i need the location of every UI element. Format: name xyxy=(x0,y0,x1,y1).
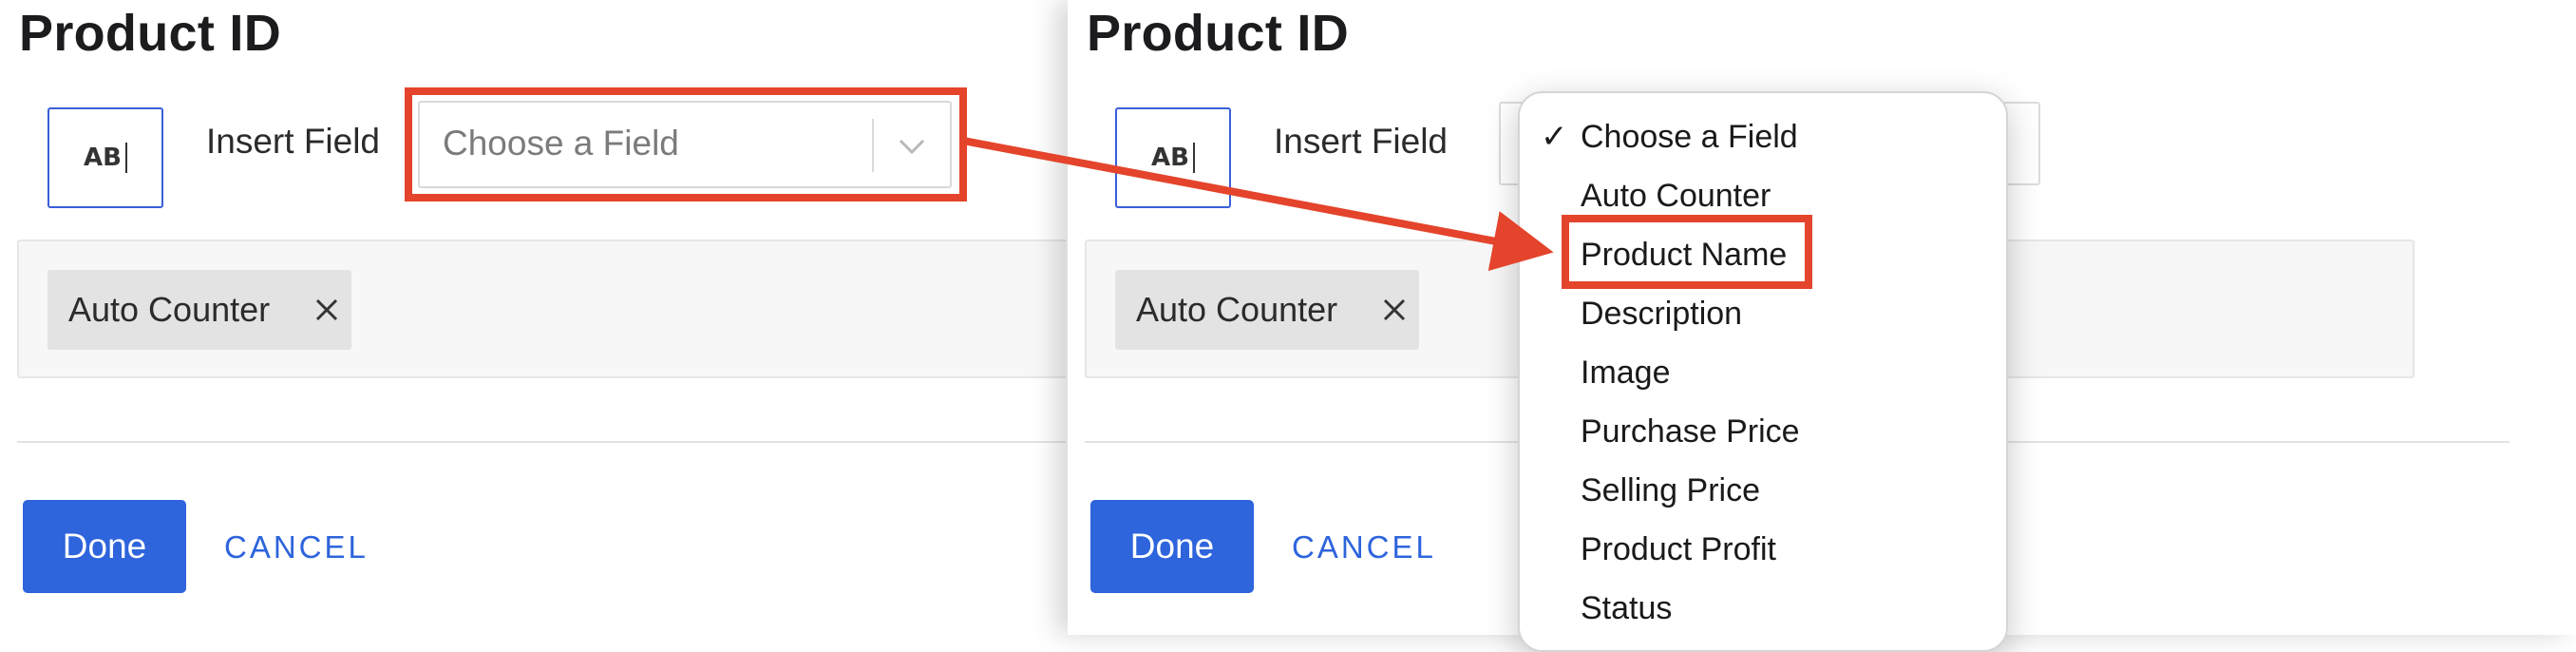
menu-item-selling-price[interactable]: Selling Price xyxy=(1581,464,1760,517)
left-panel: Product ID AB Insert Field Choose a Fiel… xyxy=(0,0,1066,635)
menu-item-label: Selling Price xyxy=(1581,472,1760,508)
page-title: Product ID xyxy=(1087,5,1350,62)
menu-item-description[interactable]: Description xyxy=(1581,287,1742,340)
field-select-placeholder: Choose a Field xyxy=(443,124,679,163)
close-icon[interactable] xyxy=(1381,297,1408,323)
field-tag-label: Auto Counter xyxy=(1136,290,1338,329)
menu-item-label: Choose a Field xyxy=(1581,119,1798,155)
divider xyxy=(17,441,1066,443)
text-cursor-icon xyxy=(124,143,127,173)
menu-item-label: Purchase Price xyxy=(1581,413,1800,450)
menu-item-product-profit[interactable]: Product Profit xyxy=(1581,523,1776,576)
cancel-button[interactable]: CANCEL xyxy=(1292,529,1436,566)
menu-item-label: Product Profit xyxy=(1581,531,1776,567)
menu-item-auto-counter[interactable]: Auto Counter xyxy=(1581,169,1771,222)
menu-item-label: Image xyxy=(1581,355,1671,391)
insert-field-label: Insert Field xyxy=(206,122,381,161)
menu-item-choose-a-field[interactable]: ✓ Choose a Field xyxy=(1541,110,1798,163)
field-dropdown-menu: ✓ Choose a Field Auto Counter Product Na… xyxy=(1518,91,2008,652)
text-field-type-button[interactable]: AB xyxy=(1115,107,1231,208)
menu-item-label: Description xyxy=(1581,296,1743,332)
page-title: Product ID xyxy=(19,5,282,62)
select-divider xyxy=(872,119,874,172)
text-cursor-icon xyxy=(1192,143,1195,173)
insert-field-label: Insert Field xyxy=(1274,122,1449,161)
cancel-button[interactable]: CANCEL xyxy=(224,529,369,566)
menu-item-image[interactable]: Image xyxy=(1581,346,1671,399)
text-field-icon: AB xyxy=(84,144,122,172)
field-tag[interactable]: Auto Counter xyxy=(47,270,351,350)
menu-item-label: Status xyxy=(1581,590,1673,626)
field-select[interactable]: Choose a Field xyxy=(418,101,952,188)
close-icon[interactable] xyxy=(313,297,340,323)
done-button[interactable]: Done xyxy=(23,500,186,593)
chevron-down-icon[interactable] xyxy=(895,129,929,163)
menu-item-status[interactable]: Status xyxy=(1581,582,1672,635)
menu-item-label: Auto Counter xyxy=(1581,178,1771,214)
menu-item-label: Product Name xyxy=(1581,237,1788,273)
done-button[interactable]: Done xyxy=(1090,500,1254,593)
field-tag[interactable]: Auto Counter xyxy=(1115,270,1419,350)
menu-item-purchase-price[interactable]: Purchase Price xyxy=(1581,405,1800,458)
formula-tags-area[interactable]: Auto Counter xyxy=(17,240,1066,378)
text-field-type-button[interactable]: AB xyxy=(47,107,163,208)
text-field-icon: AB xyxy=(1151,144,1189,172)
checkmark-icon: ✓ xyxy=(1541,119,1568,155)
menu-item-product-name[interactable]: Product Name xyxy=(1581,228,1787,281)
field-tag-label: Auto Counter xyxy=(68,290,271,329)
